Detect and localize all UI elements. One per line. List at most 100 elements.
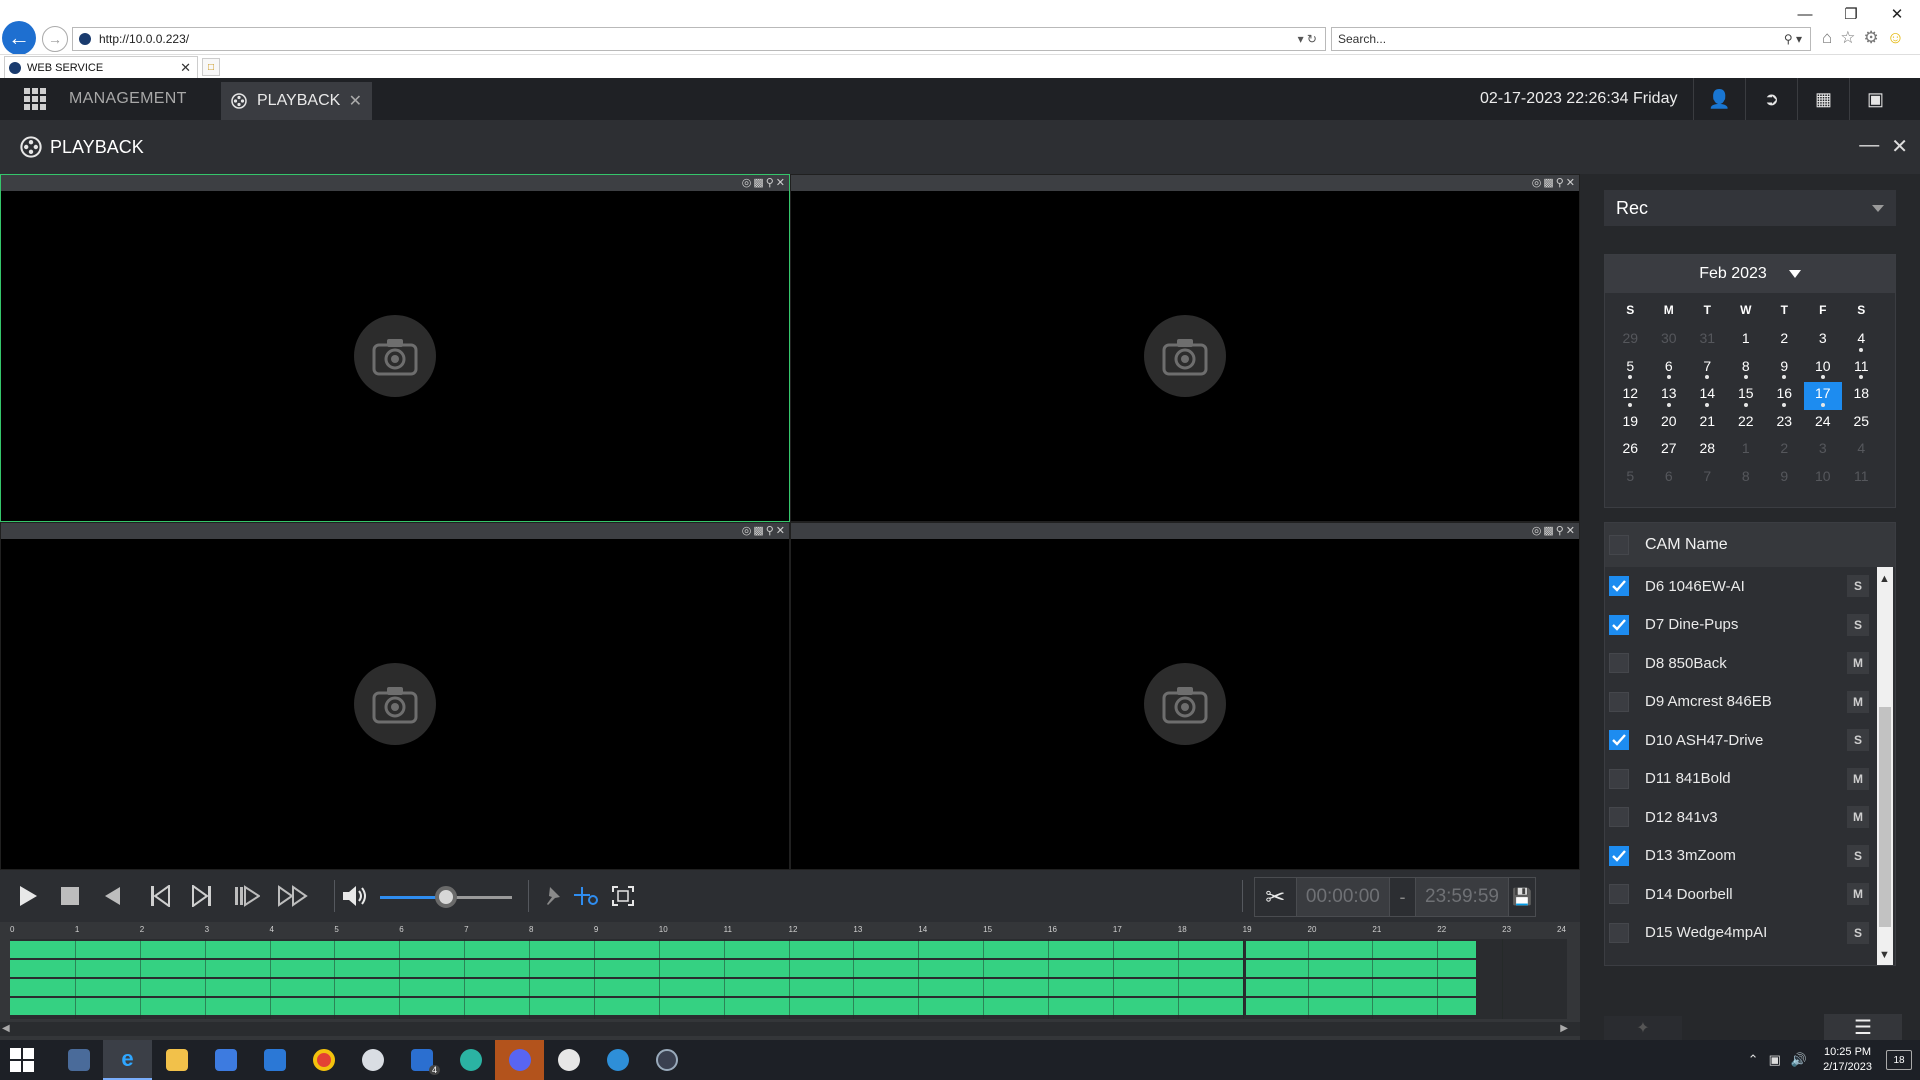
zoom-icon[interactable]: ⚲ <box>1556 176 1564 190</box>
calendar-day[interactable]: 27 <box>1650 437 1689 465</box>
calendar-day[interactable]: 6 <box>1650 355 1689 383</box>
close-icon[interactable]: ✕ <box>776 524 785 538</box>
calendar-day[interactable]: 9 <box>1765 355 1804 383</box>
stream-type-badge[interactable]: S <box>1847 921 1869 944</box>
camera-checkbox[interactable] <box>1609 807 1629 828</box>
zoom-icon[interactable]: ⚲ <box>1556 524 1564 538</box>
camera-row[interactable]: D14 Doorbell M <box>1605 875 1895 914</box>
reverse-play-icon[interactable] <box>98 882 126 910</box>
home-icon[interactable]: ⌂ <box>1822 28 1832 48</box>
address-bar[interactable]: http://10.0.0.223/ ▾ ↻ <box>72 27 1326 51</box>
speaker-icon[interactable]: 🔊 <box>1791 1052 1807 1068</box>
camera-checkbox[interactable] <box>1609 653 1629 674</box>
user-icon[interactable]: 👤 <box>1693 78 1745 120</box>
stream-type-badge[interactable]: S <box>1847 613 1869 636</box>
restore-window-button[interactable]: ❐ <box>1828 0 1874 28</box>
calendar-day[interactable]: 31 <box>1688 327 1727 355</box>
video-pane-3[interactable]: ◎ ▩ ⚲ ✕ <box>0 522 790 870</box>
stream-type-badge[interactable]: M <box>1847 652 1869 675</box>
camera-checkbox[interactable] <box>1609 614 1629 635</box>
calendar-day[interactable]: 10 <box>1804 465 1843 493</box>
feedback-smiley-icon[interactable]: ☺ <box>1887 28 1904 48</box>
calendar-day[interactable]: 7 <box>1688 465 1727 493</box>
network-app-icon[interactable] <box>593 1040 642 1080</box>
calendar-day[interactable]: 18 <box>1842 382 1881 410</box>
fullscreen-icon[interactable] <box>610 882 636 910</box>
close-icon[interactable]: ✕ <box>1891 134 1908 159</box>
eye-icon[interactable]: ◎ <box>742 524 752 538</box>
calendar-day[interactable]: 12 <box>1611 382 1650 410</box>
clip-start-time[interactable]: 00:00:00 <box>1296 878 1391 916</box>
back-button[interactable]: ← <box>2 21 36 55</box>
zoom-icon[interactable]: ⚲ <box>766 176 774 190</box>
calendar-day[interactable]: 8 <box>1727 355 1766 383</box>
close-icon[interactable]: ✕ <box>1566 524 1575 538</box>
slow-play-icon[interactable] <box>232 882 262 910</box>
minimize-icon[interactable]: — <box>1859 134 1879 159</box>
camera-checkbox[interactable] <box>1609 922 1629 943</box>
volume-slider-handle[interactable] <box>435 886 457 908</box>
camera-row[interactable]: D11 841Bold M <box>1605 760 1895 799</box>
scroll-left-icon[interactable]: ◀ <box>2 1023 10 1034</box>
calendar-day[interactable]: 23 <box>1765 410 1804 438</box>
stream-type-badge[interactable]: S <box>1847 575 1869 598</box>
favorites-star-icon[interactable]: ☆ <box>1840 28 1855 48</box>
taskbar-clock[interactable]: 10:25 PM 2/17/2023 <box>1823 1045 1872 1075</box>
calendar-day[interactable]: 19 <box>1611 410 1650 438</box>
clip-end-time[interactable]: 23:59:59 <box>1415 878 1510 916</box>
calendar-day[interactable]: 21 <box>1688 410 1727 438</box>
chrome-icon[interactable] <box>299 1040 348 1080</box>
scrollbar-thumb[interactable] <box>1879 707 1891 927</box>
recording-segment[interactable] <box>10 941 1243 958</box>
snapshot-icon[interactable]: ▩ <box>1543 524 1553 538</box>
calendar-day[interactable]: 2 <box>1765 327 1804 355</box>
app-globe-icon[interactable] <box>348 1040 397 1080</box>
recording-segment[interactable] <box>1245 941 1477 958</box>
stream-type-badge[interactable]: M <box>1847 690 1869 713</box>
calendar-day[interactable]: 16 <box>1765 382 1804 410</box>
list-menu-icon[interactable]: ☰ <box>1824 1014 1902 1040</box>
calendar-day[interactable]: 13 <box>1650 382 1689 410</box>
close-icon[interactable]: ✕ <box>1566 176 1575 190</box>
camera-checkbox[interactable] <box>1609 768 1629 789</box>
video-pane-1[interactable]: ◎ ▩ ⚲ ✕ <box>0 174 790 522</box>
calendar-day[interactable]: 14 <box>1688 382 1727 410</box>
calendar-day[interactable]: 6 <box>1650 465 1689 493</box>
forward-button[interactable]: → <box>42 26 68 52</box>
camera-list-scrollbar[interactable]: ▲ ▼ <box>1877 567 1893 965</box>
calendar-day[interactable]: 20 <box>1650 410 1689 438</box>
scroll-down-icon[interactable]: ▼ <box>1879 949 1890 961</box>
refresh-icon[interactable]: ▾ ↻ <box>1298 32 1317 46</box>
edge-icon[interactable] <box>446 1040 495 1080</box>
file-explorer-icon[interactable] <box>152 1040 201 1080</box>
minimize-window-button[interactable]: — <box>1782 0 1828 28</box>
close-tab-icon[interactable]: ✕ <box>180 60 191 76</box>
recording-segment[interactable] <box>10 998 1243 1015</box>
calendar-day[interactable]: 1 <box>1727 437 1766 465</box>
video-pane-2[interactable]: ◎ ▩ ⚲ ✕ <box>790 174 1580 522</box>
recording-segment[interactable] <box>1245 960 1477 977</box>
next-frame-icon[interactable] <box>188 882 216 910</box>
main-menu-grid-icon[interactable] <box>24 88 46 110</box>
network-icon[interactable]: ▣ <box>1769 1052 1781 1068</box>
camera-row[interactable]: D15 Wedge4mpAI S <box>1605 914 1895 953</box>
calendar-day[interactable]: 3 <box>1804 437 1843 465</box>
store-icon[interactable] <box>201 1040 250 1080</box>
windows-start-icon[interactable] <box>10 1048 34 1072</box>
address-text[interactable]: http://10.0.0.223/ <box>99 32 1298 46</box>
calendar-day[interactable]: 10 <box>1804 355 1843 383</box>
close-window-button[interactable]: ✕ <box>1874 0 1920 28</box>
camera-row[interactable]: D6 1046EW-AI S <box>1605 567 1895 606</box>
tab-playback[interactable]: PLAYBACK ✕ <box>221 82 372 120</box>
timeline-scrollbar[interactable]: ◀ ▶ <box>0 1022 1580 1036</box>
browser-tab-web-service[interactable]: WEB SERVICE ✕ <box>4 56 198 78</box>
stream-type-badge[interactable]: S <box>1847 729 1869 752</box>
camera-checkbox[interactable] <box>1609 845 1629 866</box>
camera-row[interactable]: D12 841v3 M <box>1605 798 1895 837</box>
calendar-day[interactable]: 5 <box>1611 355 1650 383</box>
calendar-day[interactable]: 26 <box>1611 437 1650 465</box>
tray-overflow-icon[interactable]: ⌃ <box>1748 1052 1759 1068</box>
stream-type-badge[interactable]: S <box>1847 844 1869 867</box>
new-tab-button[interactable]: □ <box>202 58 220 76</box>
logout-icon[interactable]: ➲ <box>1745 78 1797 120</box>
